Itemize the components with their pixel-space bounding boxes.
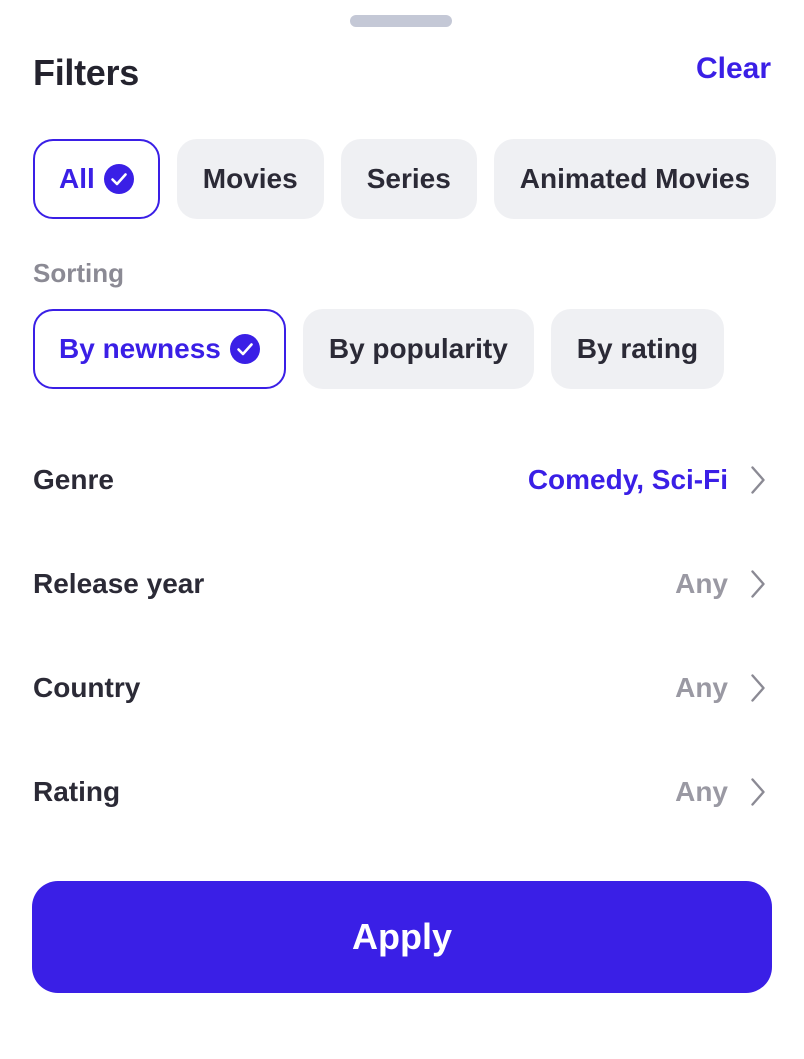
filter-row-genre[interactable]: Genre Comedy, Sci-Fi: [33, 428, 769, 532]
drag-handle[interactable]: [350, 15, 452, 27]
filter-list: Genre Comedy, Sci-Fi Release year Any Co…: [33, 428, 769, 844]
sorting-label: Sorting: [33, 258, 124, 288]
check-circle-icon: [229, 334, 260, 364]
filter-row-country[interactable]: Country Any: [33, 636, 769, 740]
apply-button[interactable]: Apply: [32, 881, 772, 993]
chip-label: Animated Movies: [519, 163, 751, 194]
filters-sheet: Filters Clear All Movies Series Animated…: [0, 0, 804, 1059]
chip-by-popularity[interactable]: By popularity: [302, 309, 534, 389]
chevron-right-icon: [751, 570, 765, 598]
chip-label: Movies: [202, 163, 298, 194]
filter-value: Comedy, Sci-Fi: [527, 464, 728, 495]
page-title: Filters: [33, 52, 139, 93]
chip-by-rating[interactable]: By rating: [550, 309, 725, 389]
chip-label: By rating: [576, 333, 699, 364]
content-type-chips: All Movies Series Animated Movies: [33, 139, 777, 219]
clear-button[interactable]: Clear: [696, 52, 771, 86]
chevron-right-icon: [751, 674, 765, 702]
chip-series[interactable]: Series: [340, 139, 477, 219]
chevron-right-icon: [751, 466, 765, 494]
sorting-chips: By newness By popularity By rating: [33, 309, 725, 389]
filter-label: Rating: [33, 776, 121, 807]
filter-value: Any: [675, 568, 728, 599]
filter-value: Any: [675, 776, 728, 807]
chip-label: By popularity: [328, 333, 508, 364]
chip-movies[interactable]: Movies: [176, 139, 324, 219]
filter-row-rating[interactable]: Rating Any: [33, 740, 769, 844]
chip-animated-movies[interactable]: Animated Movies: [493, 139, 777, 219]
chip-by-newness[interactable]: By newness: [33, 309, 286, 389]
chip-label: All: [59, 163, 95, 194]
filter-label: Genre: [33, 464, 114, 495]
chevron-right-icon: [751, 778, 765, 806]
chip-label: By newness: [59, 333, 221, 364]
chip-all[interactable]: All: [33, 139, 160, 219]
chip-label: Series: [366, 163, 451, 194]
filter-row-release-year[interactable]: Release year Any: [33, 532, 769, 636]
filter-label: Release year: [33, 568, 205, 599]
filter-label: Country: [33, 672, 141, 703]
check-circle-icon: [103, 164, 134, 194]
filter-value: Any: [675, 672, 728, 703]
